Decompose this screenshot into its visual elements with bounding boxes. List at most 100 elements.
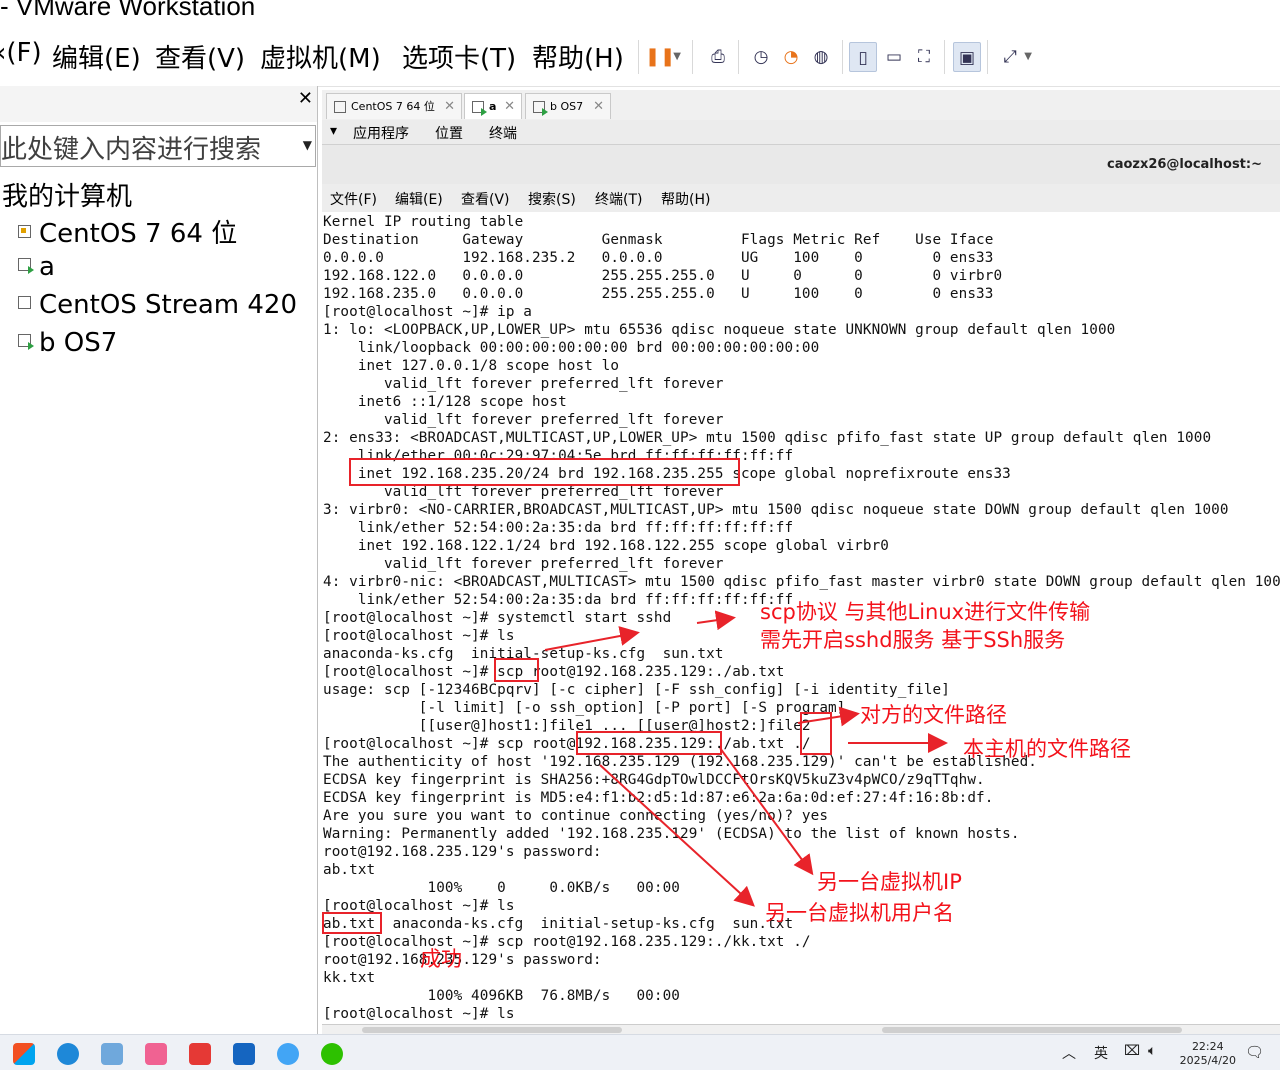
tab-b-os7[interactable]: b OS7 ✕ bbox=[525, 93, 611, 119]
terminal-line: 1: lo: <LOOPBACK,UP,LOWER_UP> mtu 65536 … bbox=[323, 322, 1116, 338]
tree-root-my-computer[interactable]: 我的计算机 bbox=[2, 176, 132, 213]
tree-item-centos-stream[interactable]: CentOS Stream 420 bbox=[18, 290, 297, 320]
tab-centos7[interactable]: CentOS 7 64 位 ✕ bbox=[326, 93, 462, 119]
terminal-line: [root@localhost ~]# scp root@192.168.235… bbox=[323, 664, 785, 680]
chevron-down-icon[interactable]: ▼ bbox=[673, 42, 681, 72]
annotation-local-path: 本主机的文件路径 bbox=[963, 737, 1131, 761]
terminal-line: valid_lft forever preferred_lft forever bbox=[323, 376, 724, 392]
close-icon[interactable]: ✕ bbox=[504, 94, 515, 120]
edge-browser-icon[interactable] bbox=[57, 1043, 79, 1065]
terminal-line: [root@localhost ~]# ls bbox=[323, 1006, 515, 1022]
notification-icon[interactable]: 🗨︎ bbox=[1245, 1043, 1264, 1061]
vm-running-icon bbox=[533, 101, 548, 116]
menu-edit[interactable]: 编辑(E) bbox=[52, 38, 141, 75]
gnome-terminal[interactable]: 终端 bbox=[489, 123, 517, 143]
terminal-line: valid_lft forever preferred_lft forever bbox=[323, 412, 724, 428]
terminal-line: 2: ens33: <BROADCAST,MULTICAST,UP,LOWER_… bbox=[323, 430, 1212, 446]
vm-tab-strip: CentOS 7 64 位 ✕ a ✕ b OS7 ✕ bbox=[322, 90, 1280, 121]
taskbar: ︿ 英 ⌧ 🔈︎ 22:24 2025/4/20 🗨︎ bbox=[0, 1034, 1280, 1070]
gnome-applications[interactable]: 应用程序 bbox=[353, 123, 409, 143]
terminal-menu-terminal[interactable]: 终端(T) bbox=[595, 189, 642, 209]
tree-item-centos7[interactable]: CentOS 7 64 位 bbox=[18, 213, 237, 250]
terminal-menu-help[interactable]: 帮助(H) bbox=[661, 189, 710, 209]
terminal-line: [root@localhost ~]# scp root@192.168.235… bbox=[323, 736, 811, 752]
image-viewer-icon[interactable] bbox=[101, 1043, 123, 1065]
chevron-down-icon[interactable]: ▼ bbox=[303, 138, 312, 152]
annotation-remote-path: 对方的文件路径 bbox=[860, 703, 1007, 727]
wechat-icon[interactable] bbox=[321, 1043, 343, 1065]
menu-tabs[interactable]: 选项卡(T) bbox=[402, 38, 516, 75]
terminal-line: Warning: Permanently added '192.168.235.… bbox=[323, 826, 1020, 842]
terminal-line: valid_lft forever preferred_lft forever bbox=[323, 556, 724, 572]
search-placeholder: 此处键入内容进行搜索 bbox=[1, 135, 262, 165]
close-icon[interactable]: ✕ bbox=[593, 94, 604, 120]
send-ctrl-alt-del-icon[interactable]: ⎙ bbox=[704, 42, 732, 72]
chevron-down-icon[interactable]: ▼ bbox=[1024, 42, 1032, 72]
terminal-menu-file[interactable]: 文件(F) bbox=[330, 189, 377, 209]
library-search-input[interactable]: 此处键入内容进行搜索 ▼ bbox=[0, 125, 316, 167]
terminal-menu: 文件(F) 编辑(E) 查看(V) 搜索(S) 终端(T) 帮助(H) bbox=[322, 184, 1280, 213]
scrollbar-thumb[interactable] bbox=[362, 1027, 622, 1033]
terminal-line: [root@localhost ~]# scp root@192.168.235… bbox=[323, 934, 811, 950]
gnome-places[interactable]: 位置 bbox=[435, 123, 463, 143]
terminal-line: inet 127.0.0.1/8 scope host lo bbox=[323, 358, 620, 374]
terminal-line: The authenticity of host '192.168.235.12… bbox=[323, 754, 1038, 770]
terminal-line: ECDSA key fingerprint is MD5:e4:f1:b2:d5… bbox=[323, 790, 994, 806]
wps-icon[interactable] bbox=[189, 1043, 211, 1065]
terminal-line: 100% 0 0.0KB/s 00:00 bbox=[323, 880, 681, 896]
start-icon[interactable] bbox=[13, 1043, 35, 1065]
guest-top-bar: ▾ 应用程序 位置 终端 bbox=[322, 120, 1280, 144]
tree-item-a[interactable]: a bbox=[18, 252, 55, 282]
tree-item-b-os7[interactable]: b OS7 bbox=[18, 328, 117, 358]
menu-bar: ‹(F) 编辑(E) 查看(V) 虚拟机(M) 选项卡(T) 帮助(H) bbox=[0, 26, 1280, 87]
bilibili-icon[interactable] bbox=[145, 1043, 167, 1065]
terminal-line: [root@localhost ~]# ls bbox=[323, 898, 515, 914]
fullscreen-icon[interactable]: ⛶ bbox=[910, 42, 938, 72]
terminal-menu-edit[interactable]: 编辑(E) bbox=[395, 189, 443, 209]
window-title: - VMware Workstation bbox=[0, 0, 256, 21]
annotation-success: 成功 bbox=[420, 947, 462, 971]
scrollbar-thumb[interactable] bbox=[882, 1027, 1182, 1033]
app-icon[interactable] bbox=[277, 1043, 299, 1065]
annotation-scp-protocol: scp协议 与其他Linux进行文件传输 bbox=[760, 600, 1091, 624]
vmware-icon[interactable] bbox=[233, 1043, 255, 1065]
menu-help[interactable]: 帮助(H) bbox=[532, 38, 624, 75]
pause-icon[interactable]: ❚❚ ▼ bbox=[645, 42, 681, 72]
terminal-menu-view[interactable]: 查看(V) bbox=[461, 189, 510, 209]
terminal-line: valid_lft forever preferred_lft forever bbox=[323, 484, 724, 500]
menu-view[interactable]: 查看(V) bbox=[155, 38, 245, 75]
snapshot-icon[interactable]: ◷ bbox=[747, 42, 775, 72]
annotation-sshd-required: 需先开启sshd服务 基于SSh服务 bbox=[760, 628, 1066, 652]
terminal-line: kk.txt bbox=[323, 970, 376, 986]
snapshot-manager-icon[interactable]: ◍ bbox=[807, 42, 835, 72]
system-clock[interactable]: 22:24 2025/4/20 bbox=[1180, 1040, 1236, 1068]
volume-icon[interactable]: 🔈︎ bbox=[1148, 1043, 1156, 1059]
terminal-line: inet 192.168.235.20/24 brd 192.168.235.2… bbox=[323, 466, 1011, 482]
terminal-line: root@192.168.235.129's password: bbox=[323, 844, 602, 860]
revert-snapshot-icon[interactable]: ◔ bbox=[777, 42, 805, 72]
terminal-line: root@192.168.235.129's password: bbox=[323, 952, 602, 968]
ime-indicator[interactable]: 英 bbox=[1094, 1043, 1108, 1063]
vm-running-icon bbox=[18, 334, 34, 350]
tab-a[interactable]: a ✕ bbox=[464, 93, 522, 119]
vm-icon bbox=[334, 101, 346, 113]
terminal-line: 192.168.122.0 0.0.0.0 255.255.255.0 U 0 … bbox=[323, 268, 1003, 284]
toolbar-separator bbox=[987, 40, 988, 74]
thumbnail-view-icon[interactable]: ▭ bbox=[880, 42, 908, 72]
menu-vm[interactable]: 虚拟机(M) bbox=[260, 38, 381, 75]
menu-file[interactable]: ‹(F) bbox=[0, 38, 42, 68]
vm-running-icon bbox=[472, 101, 487, 116]
toolbar-separator bbox=[692, 40, 693, 74]
tray-chevron-up-icon[interactable]: ︿ bbox=[1062, 1043, 1076, 1063]
terminal-menu-search[interactable]: 搜索(S) bbox=[528, 189, 576, 209]
terminal-line: 100% 4096KB 76.8MB/s 00:00 bbox=[323, 988, 681, 1004]
network-icon[interactable]: ⌧ bbox=[1124, 1043, 1140, 1059]
terminal-line: inet 192.168.122.1/24 brd 192.168.122.25… bbox=[323, 538, 889, 554]
toolbar-separator bbox=[738, 40, 739, 74]
stretch-guest-icon[interactable]: ⤢ ▼ bbox=[996, 42, 1032, 72]
close-icon[interactable]: ✕ bbox=[298, 88, 313, 109]
close-icon[interactable]: ✕ bbox=[444, 94, 455, 120]
terminal-line: link/ether 00:0c:29:97:04:5e brd ff:ff:f… bbox=[323, 448, 794, 464]
library-view-icon[interactable]: ▯ bbox=[849, 42, 877, 72]
console-view-icon[interactable]: ▣ bbox=[953, 42, 981, 72]
